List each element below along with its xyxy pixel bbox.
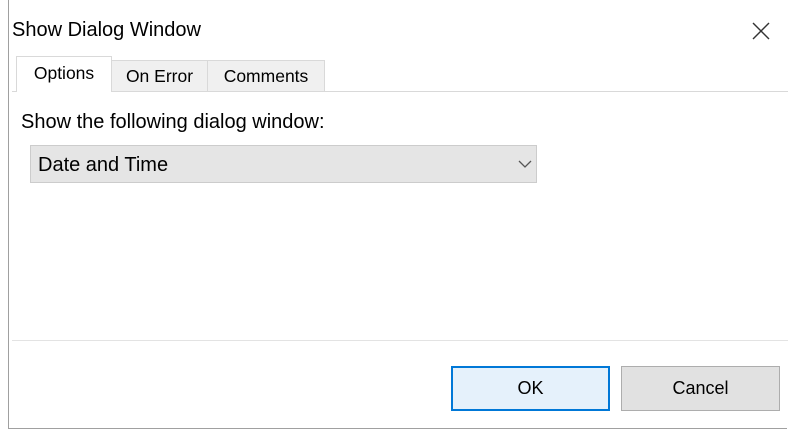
dialog-type-dropdown[interactable]: Date and Time: [30, 145, 537, 183]
dropdown-selected-value: Date and Time: [38, 154, 169, 176]
ok-button[interactable]: OK: [451, 366, 610, 411]
tab-options[interactable]: Options: [16, 56, 112, 92]
dialog-window: Show Dialog Window Options On Error Comm…: [8, 0, 788, 429]
dialog-select-label: Show the following dialog window:: [21, 111, 325, 133]
tab-comments[interactable]: Comments: [207, 60, 325, 91]
close-icon: [752, 22, 770, 40]
close-button[interactable]: [744, 14, 778, 48]
footer-divider: [12, 340, 788, 341]
tab-panel-divider: [12, 91, 788, 92]
cancel-button[interactable]: Cancel: [621, 366, 780, 411]
window-title: Show Dialog Window: [12, 19, 201, 41]
chevron-down-icon: [518, 160, 532, 168]
tab-on-error[interactable]: On Error: [111, 60, 208, 91]
